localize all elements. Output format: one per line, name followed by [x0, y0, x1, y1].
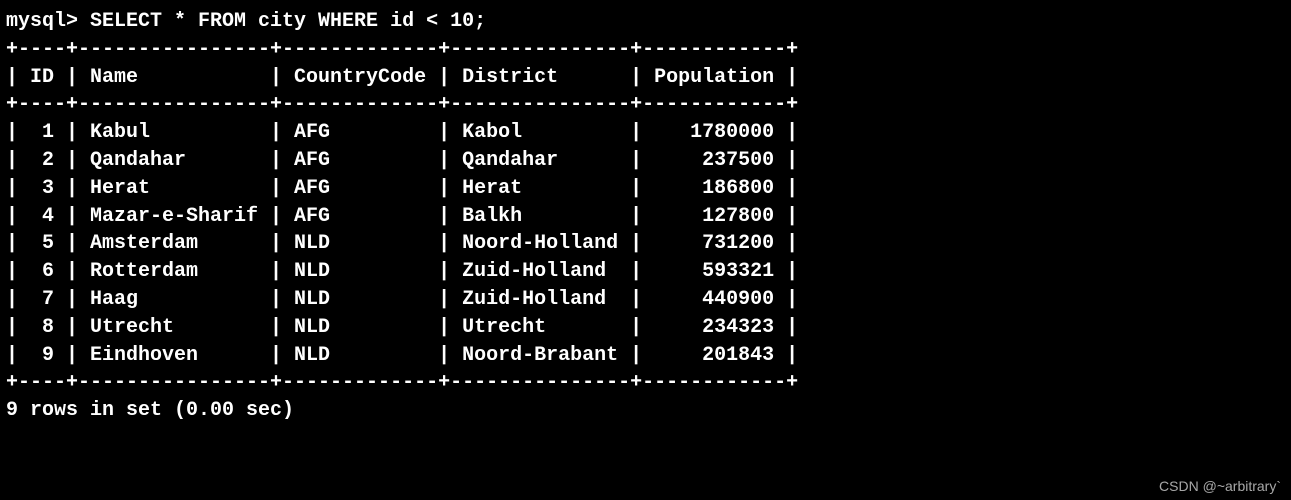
watermark-text: CSDN @~arbitrary`: [1159, 478, 1281, 494]
terminal-output: mysql> SELECT * FROM city WHERE id < 10;…: [0, 0, 1291, 433]
